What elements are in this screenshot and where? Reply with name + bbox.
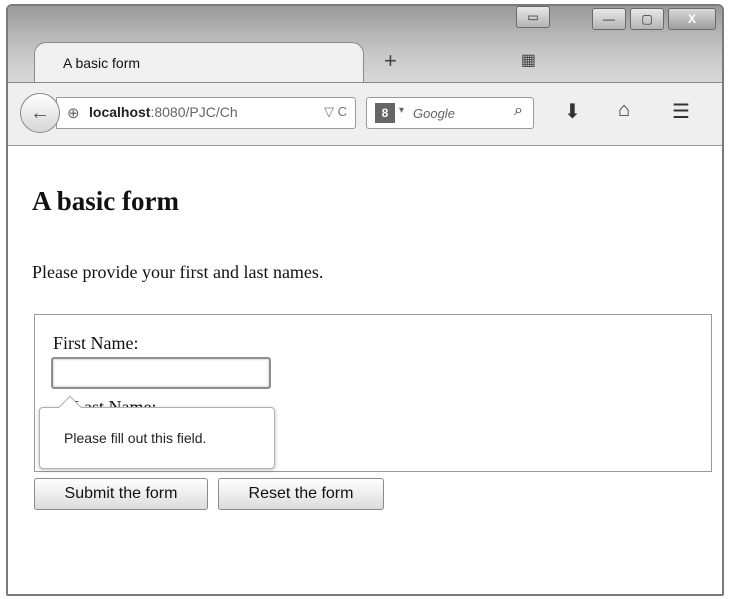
new-tab-button[interactable]: + [384,48,397,74]
search-bar[interactable]: 8 ▾ Google ⌕ [366,97,534,129]
first-name-input[interactable] [51,357,271,389]
name-fieldset: First Name: Last Name: Please fill out t… [34,314,712,472]
url-actions: ▽ C [324,104,347,120]
home-icon[interactable]: ⌂ [618,99,630,122]
page-content: A basic form Please provide your first a… [8,146,722,594]
maximize-button[interactable]: ▢ [630,8,664,30]
close-button[interactable]: X [668,8,716,30]
minimize-button[interactable]: — [592,8,626,30]
url-host: localhost [89,104,151,120]
url-path: :8080/PJC/Ch [150,104,238,120]
page-intro: Please provide your first and last names… [32,262,324,282]
back-arrow-icon: ← [30,101,50,124]
title-bar: — ▢ X ▭ ▦ A basic form + [8,6,722,82]
tab-groups-icon[interactable]: ▦ [521,50,536,70]
search-icon[interactable]: ⌕ [514,102,523,120]
globe-icon: ⊕ [67,105,80,122]
reset-button[interactable]: Reset the form [218,478,384,510]
search-engine-icon[interactable]: 8 [375,103,395,123]
reload-icon[interactable]: C [338,104,347,119]
window-controls: — ▢ X [588,8,716,30]
search-engine-dropdown-icon[interactable]: ▾ [399,105,404,116]
validation-message: Please fill out this field. [64,430,207,446]
first-name-label: First Name: [53,333,139,353]
url-bar[interactable]: ⊕ localhost:8080/PJC/Ch ▽ C [56,97,356,129]
submit-button[interactable]: Submit the form [34,478,208,510]
window-tool-button[interactable]: ▭ [516,6,550,28]
tab-a-basic-form[interactable]: A basic form [34,42,364,82]
back-button[interactable]: ← [20,93,60,133]
page-title: A basic form [32,186,179,216]
navigation-toolbar: ⊕ localhost:8080/PJC/Ch ▽ C ← 8 ▾ Google… [8,82,722,146]
download-icon[interactable]: ⬇ [564,99,581,124]
browser-window: — ▢ X ▭ ▦ A basic form + ⊕ localhost:808… [6,4,724,596]
bookmark-dropdown-icon[interactable]: ▽ [324,104,334,119]
menu-icon[interactable]: ☰ [672,99,690,124]
tab-title: A basic form [63,55,141,71]
search-placeholder: Google [413,106,455,121]
window-tool-icon: ▭ [527,10,539,24]
validation-tooltip: Please fill out this field. [39,395,275,469]
